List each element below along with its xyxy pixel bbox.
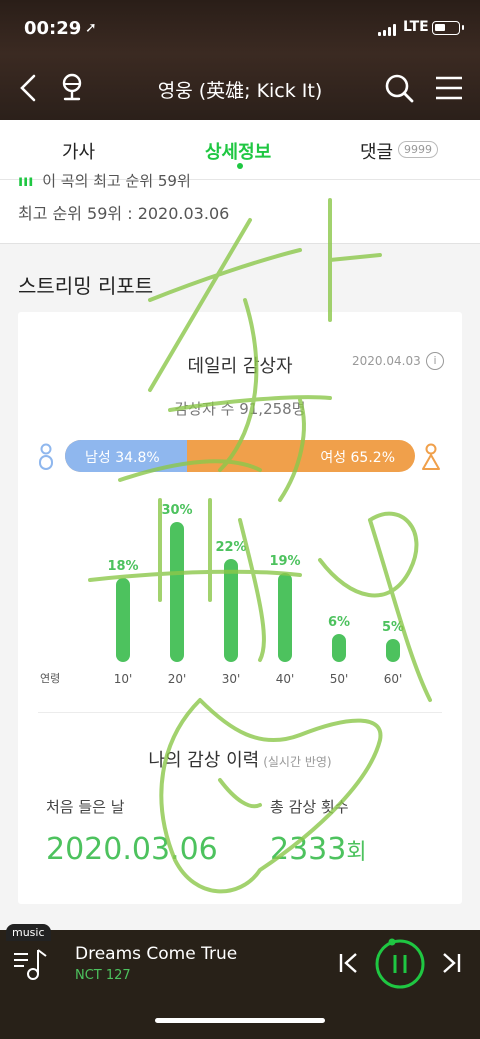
rank-partial-text: 이 곡의 최고 순위 59위 <box>42 172 191 190</box>
app-header: 00:29 ➚ LTE 영웅 (英雄; Kick It) <box>0 0 480 120</box>
age-category-label: 20' <box>167 672 187 686</box>
age-bar <box>224 559 238 662</box>
history-title-text: 나의 감상 이력 <box>148 750 260 771</box>
card-divider <box>38 712 442 713</box>
hamburger-menu-icon[interactable] <box>432 70 466 106</box>
tab-comments[interactable]: 댓글 <box>360 138 393 164</box>
song-title[interactable]: Dreams Come True <box>75 944 237 964</box>
tab-details[interactable]: 상세정보 <box>205 138 271 164</box>
chart-rank-section: ııı 이 곡의 최고 순위 59위 최고 순위 59위 : 2020.03.0… <box>0 172 480 244</box>
best-rank-text: 최고 순위 59위 : 2020.03.06 <box>18 204 230 223</box>
history-subtitle: (실시간 반영) <box>263 755 332 769</box>
song-artist[interactable]: NCT 127 <box>75 968 131 983</box>
age-bar-value-label: 18% <box>107 559 139 574</box>
network-label: LTE <box>403 19 429 35</box>
age-bar-value-label: 22% <box>215 540 247 556</box>
status-time: 00:29 <box>24 18 82 39</box>
age-bar <box>116 578 130 662</box>
report-date: 2020.04.03 <box>352 354 421 368</box>
signal-icon <box>378 24 398 36</box>
age-bar-value-label: 30% <box>161 503 193 518</box>
info-icon[interactable]: i <box>426 352 444 370</box>
age-category-label: 30' <box>221 672 241 686</box>
streaming-report-card: 데일리 감상자 2020.04.03 i 감상자 수 91,258명 남성 34… <box>18 312 462 904</box>
female-ratio-label: 여성 65.2% <box>320 450 395 466</box>
status-bar: 00:29 ➚ LTE <box>0 14 480 44</box>
rank-partial-line: ııı 이 곡의 최고 순위 59위 <box>18 170 191 191</box>
battery-icon <box>432 21 464 35</box>
age-category-label: 40' <box>275 672 295 686</box>
location-arrow-icon: ➚ <box>85 20 97 36</box>
search-icon[interactable] <box>382 70 416 106</box>
previous-track-icon[interactable] <box>336 950 362 976</box>
play-count-value: 2333회 <box>270 832 367 867</box>
age-bar <box>278 573 292 662</box>
chart-bars-icon: ııı <box>18 172 34 190</box>
tab-lyrics[interactable]: 가사 <box>62 138 95 164</box>
section-title: 스트리밍 리포트 <box>18 274 154 298</box>
age-bar <box>386 638 400 662</box>
comment-count-badge: 9999 <box>398 141 438 158</box>
first-listen-date: 2020.03.06 <box>46 832 218 867</box>
age-bar <box>170 522 184 662</box>
age-category-label: 50' <box>329 672 349 686</box>
pause-button-icon[interactable] <box>374 938 426 990</box>
age-axis-label: 연령 <box>40 672 61 685</box>
playlist-icon[interactable] <box>12 944 52 982</box>
age-category-label: 60' <box>383 672 403 686</box>
play-count-number: 2333 <box>270 832 347 867</box>
next-track-icon[interactable] <box>438 950 464 976</box>
male-icon <box>39 443 53 470</box>
first-listen-label: 처음 들은 날 <box>46 798 125 816</box>
age-bar <box>332 634 346 662</box>
listener-count: 감상자 수 91,258명 <box>174 400 306 418</box>
nav-bar: 영웅 (英雄; Kick It) <box>0 66 480 110</box>
male-ratio-label: 남성 34.8% <box>85 450 160 466</box>
play-count-label: 총 감상 횟수 <box>270 798 349 816</box>
mini-player: music Dreams Come True NCT 127 <box>0 924 480 1039</box>
music-tag: music <box>6 924 51 941</box>
gender-ratio-bar: 남성 34.8% 여성 65.2% <box>65 440 415 472</box>
age-bar-value-label: 5% <box>381 619 405 635</box>
home-indicator <box>155 1018 325 1023</box>
age-bar-chart: 연령 18% 10' 30% 20' 22% 30' 19% 40' 6% 50' 5% 60' <box>18 492 462 692</box>
female-icon <box>422 443 440 470</box>
age-bar-value-label: 6% <box>327 615 351 630</box>
age-category-label: 10' <box>113 672 133 686</box>
age-bar-value-label: 19% <box>269 554 301 570</box>
play-count-unit: 회 <box>346 840 367 865</box>
history-title: 나의 감상 이력 (실시간 반영) <box>18 746 462 772</box>
active-tab-indicator <box>237 163 243 169</box>
